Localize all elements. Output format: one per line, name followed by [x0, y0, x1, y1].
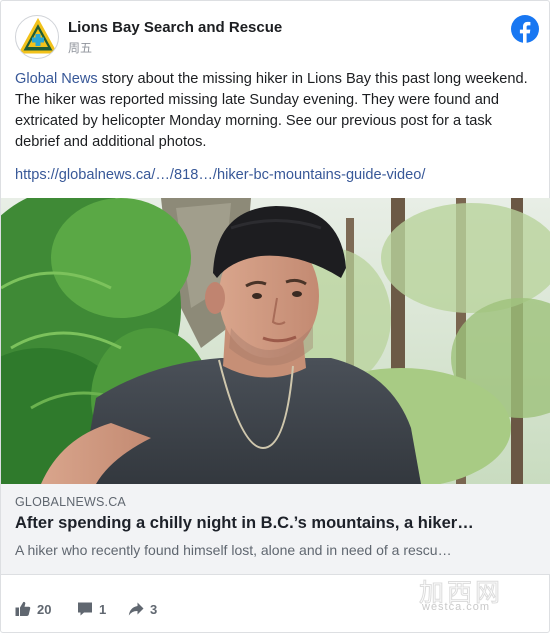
- lions-bay-sar-logo-icon[interactable]: [15, 15, 59, 59]
- post-actions-bar: 20 1 3: [15, 598, 315, 620]
- preview-title[interactable]: After spending a chilly night in B.C.’s …: [15, 514, 539, 533]
- post-header: Lions Bay Search and Rescue 周五: [15, 15, 539, 61]
- share-arrow-icon: [128, 601, 144, 617]
- watermark-en: westca.com: [422, 601, 491, 613]
- article-thumbnail-image[interactable]: [1, 198, 550, 484]
- comment-count: 1: [99, 601, 107, 617]
- thumbs-up-icon: [15, 601, 31, 617]
- global-news-link[interactable]: Global News: [15, 71, 98, 87]
- facebook-post-card: Lions Bay Search and Rescue 周五 Global Ne…: [0, 0, 550, 633]
- preview-domain: GLOBALNEWS.CA: [15, 495, 126, 509]
- facebook-icon[interactable]: [511, 15, 539, 43]
- site-watermark: 加西网 westca.com: [418, 573, 531, 617]
- article-url-link[interactable]: https://globalnews.ca/…/818…/hiker-bc-mo…: [15, 167, 425, 183]
- page-name-link[interactable]: Lions Bay Search and Rescue: [68, 19, 282, 36]
- preview-description: A hiker who recently found himself lost,…: [15, 542, 452, 558]
- link-preview[interactable]: GLOBALNEWS.CA After spending a chilly ni…: [1, 484, 550, 575]
- post-timestamp[interactable]: 周五: [68, 39, 92, 56]
- comment-action[interactable]: 1: [77, 598, 106, 620]
- like-count: 20: [37, 601, 52, 617]
- post-message: Global News story about the missing hike…: [15, 69, 537, 153]
- like-action[interactable]: 20: [15, 598, 51, 620]
- share-count: 3: [150, 601, 158, 617]
- share-action[interactable]: 3: [128, 598, 157, 620]
- comment-icon: [77, 601, 93, 617]
